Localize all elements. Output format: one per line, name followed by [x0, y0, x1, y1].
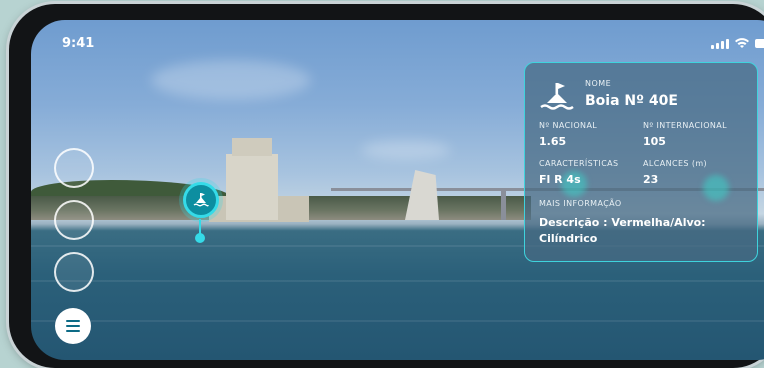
caracteristicas-value: Fl R 4s [539, 173, 581, 186]
belem-tower [226, 154, 278, 220]
alcances-label: ALCANCES (m) [643, 159, 708, 168]
status-icons [711, 38, 764, 49]
battery-icon [755, 39, 764, 48]
hamburger-menu-icon [66, 320, 80, 332]
buoy-info-card[interactable]: NOME Boia Nº 40E Nº NACIONAL 1.65 Nº INT… [524, 62, 758, 262]
layer-toggle-button-3[interactable] [54, 252, 94, 292]
ar-camera-view[interactable]: 9:41 NOME Boia Nº 40E Nº NACIONAL 1.65 N… [31, 20, 764, 360]
bridge-pillar [501, 188, 506, 220]
layer-toggle-button-2[interactable] [54, 200, 94, 240]
nacional-label: Nº NACIONAL [539, 121, 598, 130]
cloud [361, 140, 451, 160]
signal-icon [711, 38, 729, 49]
monument [405, 170, 439, 220]
cloud [151, 60, 311, 100]
alcances-value: 23 [643, 173, 659, 186]
caracteristicas-label: CARACTERÍSTICAS [539, 159, 619, 168]
water-ripple [31, 320, 764, 322]
tower-top [232, 138, 272, 156]
descricao-text: Descrição : Vermelha/Alvo: Cilíndrico [539, 216, 706, 245]
menu-button[interactable] [55, 308, 91, 344]
buoy-marker[interactable] [183, 182, 219, 218]
marker-anchor-dot [195, 233, 205, 243]
nacional-value: 1.65 [539, 135, 567, 148]
status-time: 9:41 [62, 36, 95, 51]
nome-label: NOME [585, 79, 612, 88]
internacional-value: 105 [643, 135, 666, 148]
wifi-icon [735, 38, 749, 48]
internacional-label: Nº INTERNACIONAL [643, 121, 728, 130]
phone-frame: 9:41 NOME Boia Nº 40E Nº NACIONAL 1.65 N… [9, 4, 764, 368]
layer-toggle-button-1[interactable] [54, 148, 94, 188]
glow-spot [703, 175, 729, 201]
nome-value: Boia Nº 40E [585, 93, 678, 109]
buoy-icon [540, 83, 574, 110]
buoy-icon [193, 193, 209, 207]
water-ripple [31, 280, 764, 282]
mais-informacao-label: MAIS INFORMAÇÃO [539, 199, 622, 208]
